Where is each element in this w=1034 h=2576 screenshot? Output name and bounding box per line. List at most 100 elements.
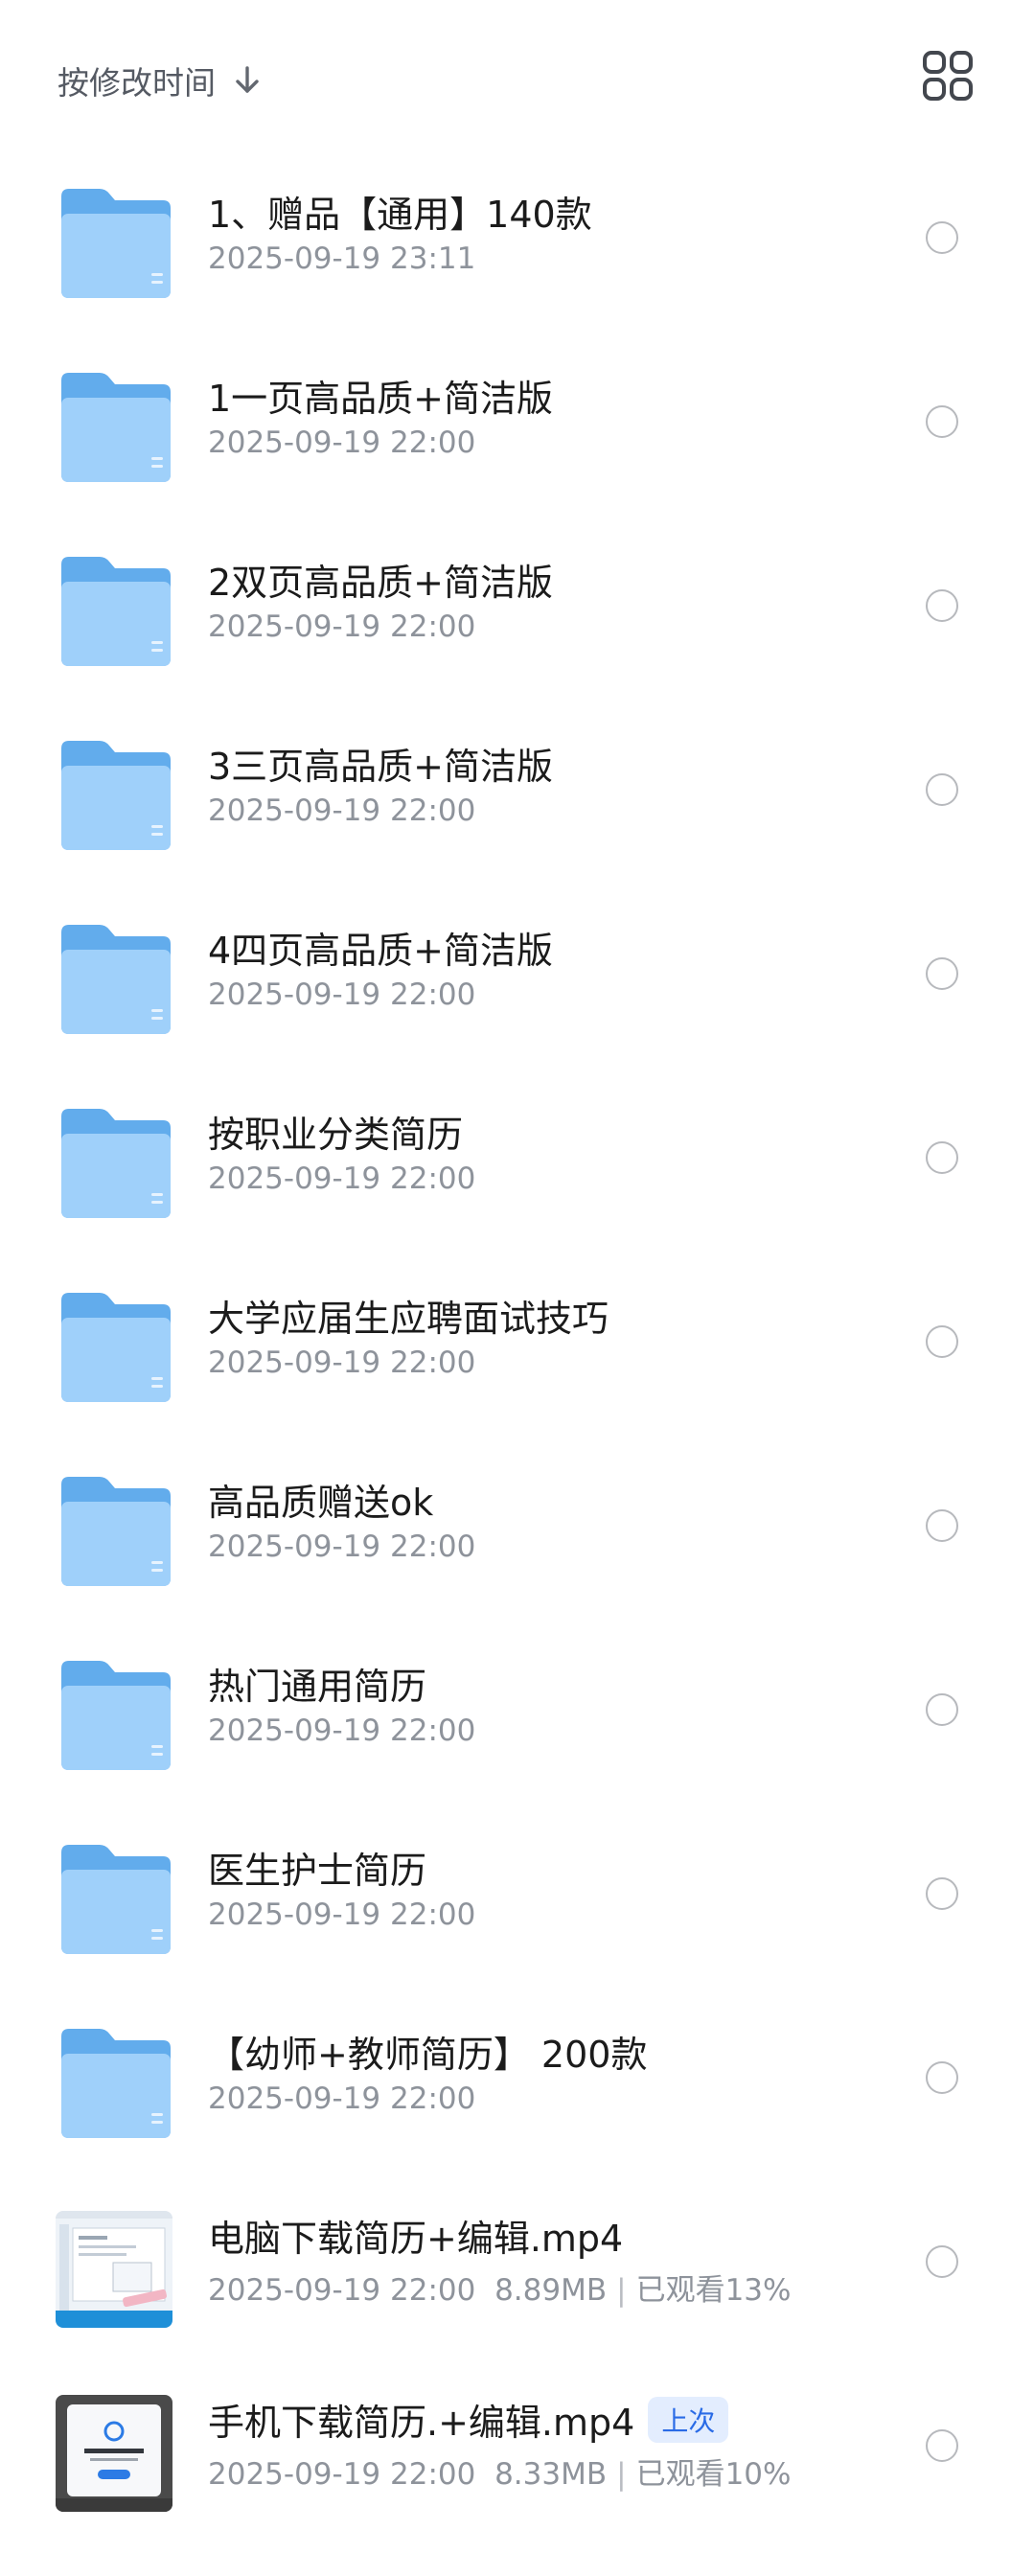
- modified-time: 2025-09-19 22:00: [208, 426, 476, 460]
- modified-time: 2025-09-19 22:00: [208, 1530, 476, 1564]
- file-name: 大学应届生应聘面试技巧: [208, 1289, 609, 1342]
- arrow-down-icon: [236, 66, 259, 93]
- last-viewed-badge: 上次: [648, 2396, 729, 2443]
- folder-icon: [56, 2025, 174, 2142]
- file-name-text: 手机下载简历.+编辑.mp4: [208, 2402, 635, 2444]
- select-radio[interactable]: [926, 2061, 958, 2094]
- file-name: 4四页高品质+简洁版: [208, 921, 553, 974]
- modified-time: 2025-09-19 22:00: [208, 2273, 476, 2308]
- file-meta: 2025-09-19 22:00 8.33MB | 已观看10%: [208, 2450, 791, 2493]
- folder-row[interactable]: 2双页高品质+简洁版 2025-09-19 22:00: [0, 517, 1034, 701]
- file-name: 【幼师+教师简历】 200款: [208, 2025, 647, 2078]
- folder-icon: [56, 737, 174, 854]
- file-name-text: 【幼师+教师简历】 200款: [208, 2034, 648, 2076]
- folder-row[interactable]: 医生护士简历 2025-09-19 22:00: [0, 1805, 1034, 1989]
- file-name: 医生护士简历: [208, 1841, 426, 1894]
- select-radio[interactable]: [926, 1141, 958, 1174]
- folder-icon: [56, 921, 174, 1038]
- divider: |: [616, 2273, 627, 2308]
- folder-icon: [56, 369, 174, 486]
- video-file-row[interactable]: 手机下载简历.+编辑.mp4 上次 2025-09-19 22:00 8.33MB |…: [0, 2357, 1034, 2541]
- folder-row[interactable]: 热门通用简历 2025-09-19 22:00: [0, 1621, 1034, 1805]
- folder-row[interactable]: 大学应届生应聘面试技巧 2025-09-19 22:00: [0, 1253, 1034, 1437]
- file-meta: 2025-09-19 22:00: [208, 1346, 475, 1380]
- file-meta: 2025-09-19 22:00: [208, 1162, 475, 1196]
- folder-row[interactable]: 1、赠品【通用】140款 2025-09-19 23:11: [0, 149, 1034, 333]
- file-meta: 2025-09-19 22:00: [208, 2082, 475, 2116]
- file-meta: 2025-09-19 22:00: [208, 1714, 475, 1748]
- select-radio[interactable]: [926, 773, 958, 806]
- modified-time: 2025-09-19 22:00: [208, 1714, 476, 1748]
- file-name-text: 按职业分类简历: [208, 1114, 464, 1156]
- file-name-text: 电脑下载简历+编辑.mp4: [208, 2218, 624, 2260]
- file-list-panel: 按修改时间 1、赠品【通用】140款 2025-09-19 23:11 1一页高品质…: [0, 8, 1034, 2576]
- select-radio[interactable]: [926, 957, 958, 990]
- folder-row[interactable]: 【幼师+教师简历】 200款 2025-09-19 22:00: [0, 1989, 1034, 2173]
- file-name: 1一页高品质+简洁版: [208, 369, 553, 422]
- select-radio[interactable]: [926, 589, 958, 622]
- folder-row[interactable]: 高品质赠送ok 2025-09-19 22:00: [0, 1437, 1034, 1621]
- watch-progress: 已观看13%: [635, 2273, 792, 2308]
- file-name-text: 2双页高品质+简洁版: [208, 562, 554, 604]
- file-name: 高品质赠送ok: [208, 1473, 433, 1526]
- file-name: 电脑下载简历+编辑.mp4: [208, 2209, 623, 2262]
- select-radio[interactable]: [926, 2429, 958, 2462]
- video-file-row[interactable]: 电脑下载简历+编辑.mp4 2025-09-19 22:00 8.89MB | 已观看…: [0, 2173, 1034, 2357]
- modified-time: 2025-09-19 22:00: [208, 1898, 476, 1932]
- folder-icon: [56, 553, 174, 670]
- folder-icon: [56, 1657, 174, 1774]
- file-name-text: 1一页高品质+简洁版: [208, 378, 554, 420]
- file-meta: 2025-09-19 22:00: [208, 978, 475, 1012]
- folder-icon: [56, 1841, 174, 1958]
- select-radio[interactable]: [926, 1509, 958, 1542]
- sort-button[interactable]: 按修改时间: [57, 52, 262, 109]
- file-meta: 2025-09-19 22:00: [208, 1898, 475, 1932]
- select-radio[interactable]: [926, 2245, 958, 2278]
- folder-row[interactable]: 4四页高品质+简洁版 2025-09-19 22:00: [0, 885, 1034, 1069]
- select-radio[interactable]: [926, 1877, 958, 1910]
- file-name: 1、赠品【通用】140款: [208, 185, 592, 238]
- file-meta: 2025-09-19 22:00: [208, 426, 475, 460]
- modified-time: 2025-09-19 23:11: [208, 242, 476, 276]
- file-name-text: 大学应届生应聘面试技巧: [208, 1298, 609, 1340]
- modified-time: 2025-09-19 22:00: [208, 978, 476, 1012]
- file-size: 8.89MB: [494, 2273, 608, 2308]
- folder-row[interactable]: 按职业分类简历 2025-09-19 22:00: [0, 1069, 1034, 1253]
- sort-label: 按修改时间: [57, 64, 216, 102]
- file-meta: 2025-09-19 22:00: [208, 794, 475, 828]
- select-radio[interactable]: [926, 221, 958, 254]
- file-name: 3三页高品质+简洁版: [208, 737, 553, 790]
- video-thumbnail: [56, 2395, 172, 2512]
- file-size: 8.33MB: [494, 2457, 608, 2492]
- file-name: 2双页高品质+简洁版: [208, 553, 553, 606]
- file-name-text: 医生护士简历: [208, 1850, 427, 1892]
- file-list: 1、赠品【通用】140款 2025-09-19 23:11 1一页高品质+简洁版 20…: [0, 149, 1034, 2541]
- file-meta: 2025-09-19 22:00: [208, 1530, 475, 1564]
- select-radio[interactable]: [926, 405, 958, 438]
- folder-row[interactable]: 1一页高品质+简洁版 2025-09-19 22:00: [0, 333, 1034, 517]
- file-name-text: 高品质赠送ok: [208, 1482, 434, 1524]
- file-name-text: 热门通用简历: [208, 1666, 427, 1708]
- watch-progress: 已观看10%: [635, 2457, 792, 2492]
- select-radio[interactable]: [926, 1325, 958, 1358]
- file-name: 热门通用简历: [208, 1657, 426, 1710]
- toolbar: 按修改时间: [0, 8, 1034, 151]
- modified-time: 2025-09-19 22:00: [208, 1346, 476, 1380]
- file-name: 按职业分类简历: [208, 1105, 463, 1158]
- file-name-text: 3三页高品质+简洁版: [208, 746, 554, 788]
- select-radio[interactable]: [926, 1693, 958, 1726]
- folder-row[interactable]: 3三页高品质+简洁版 2025-09-19 22:00: [0, 701, 1034, 885]
- file-name: 手机下载简历.+编辑.mp4 上次: [208, 2393, 729, 2446]
- video-thumbnail: [56, 2211, 172, 2328]
- modified-time: 2025-09-19 22:00: [208, 794, 476, 828]
- file-meta: 2025-09-19 22:00 8.89MB | 已观看13%: [208, 2266, 791, 2309]
- folder-icon: [56, 1473, 174, 1590]
- modified-time: 2025-09-19 22:00: [208, 2457, 476, 2492]
- file-name-text: 4四页高品质+简洁版: [208, 930, 554, 972]
- modified-time: 2025-09-19 22:00: [208, 610, 476, 644]
- grid-view-icon[interactable]: [922, 50, 974, 102]
- folder-icon: [56, 1289, 174, 1406]
- modified-time: 2025-09-19 22:00: [208, 1162, 476, 1196]
- file-name-text: 1、赠品【通用】140款: [208, 194, 592, 236]
- folder-icon: [56, 185, 174, 302]
